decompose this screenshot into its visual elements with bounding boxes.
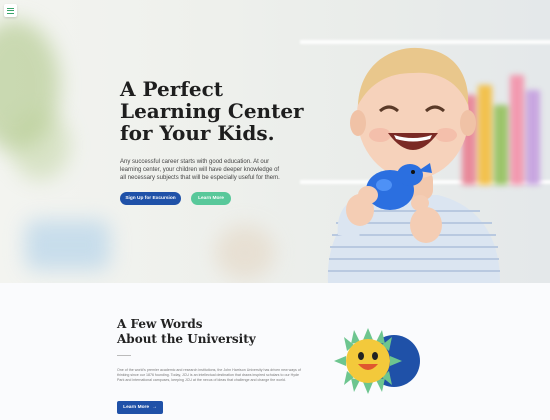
hero-learn-more-button[interactable]: Learn More bbox=[191, 192, 231, 205]
hero-title-line-1: A Perfect bbox=[120, 77, 223, 101]
hero-section: A Perfect Learning Center for Your Kids.… bbox=[0, 0, 550, 283]
background-teddy-bear bbox=[215, 225, 275, 280]
menu-toggle-button[interactable] bbox=[4, 4, 17, 17]
about-description: One of the world's premier academic and … bbox=[117, 368, 301, 383]
child-photo bbox=[327, 47, 500, 283]
title-divider bbox=[117, 355, 131, 356]
about-title-line-2: About the University bbox=[117, 332, 256, 346]
about-learn-more-button[interactable]: Learn More → bbox=[117, 401, 163, 414]
about-university-section bbox=[0, 283, 550, 420]
hero-title-line-2: Learning Center bbox=[120, 99, 304, 123]
sign-up-excursion-button[interactable]: Sign Up for Excursion bbox=[120, 192, 181, 205]
hero-description: Any successful career starts with good e… bbox=[120, 159, 280, 182]
about-title-line-1: A Few Words bbox=[117, 317, 203, 331]
about-title: A Few Words About the University bbox=[117, 317, 317, 347]
arrow-right-icon: → bbox=[152, 405, 157, 410]
hero-title-line-3: for Your Kids. bbox=[120, 121, 275, 145]
hero-title: A Perfect Learning Center for Your Kids. bbox=[120, 78, 320, 144]
sun-illustration bbox=[334, 328, 420, 394]
about-learn-more-label: Learn More bbox=[123, 405, 150, 410]
background-plant-2 bbox=[10, 110, 70, 180]
background-blue-box bbox=[25, 220, 110, 270]
